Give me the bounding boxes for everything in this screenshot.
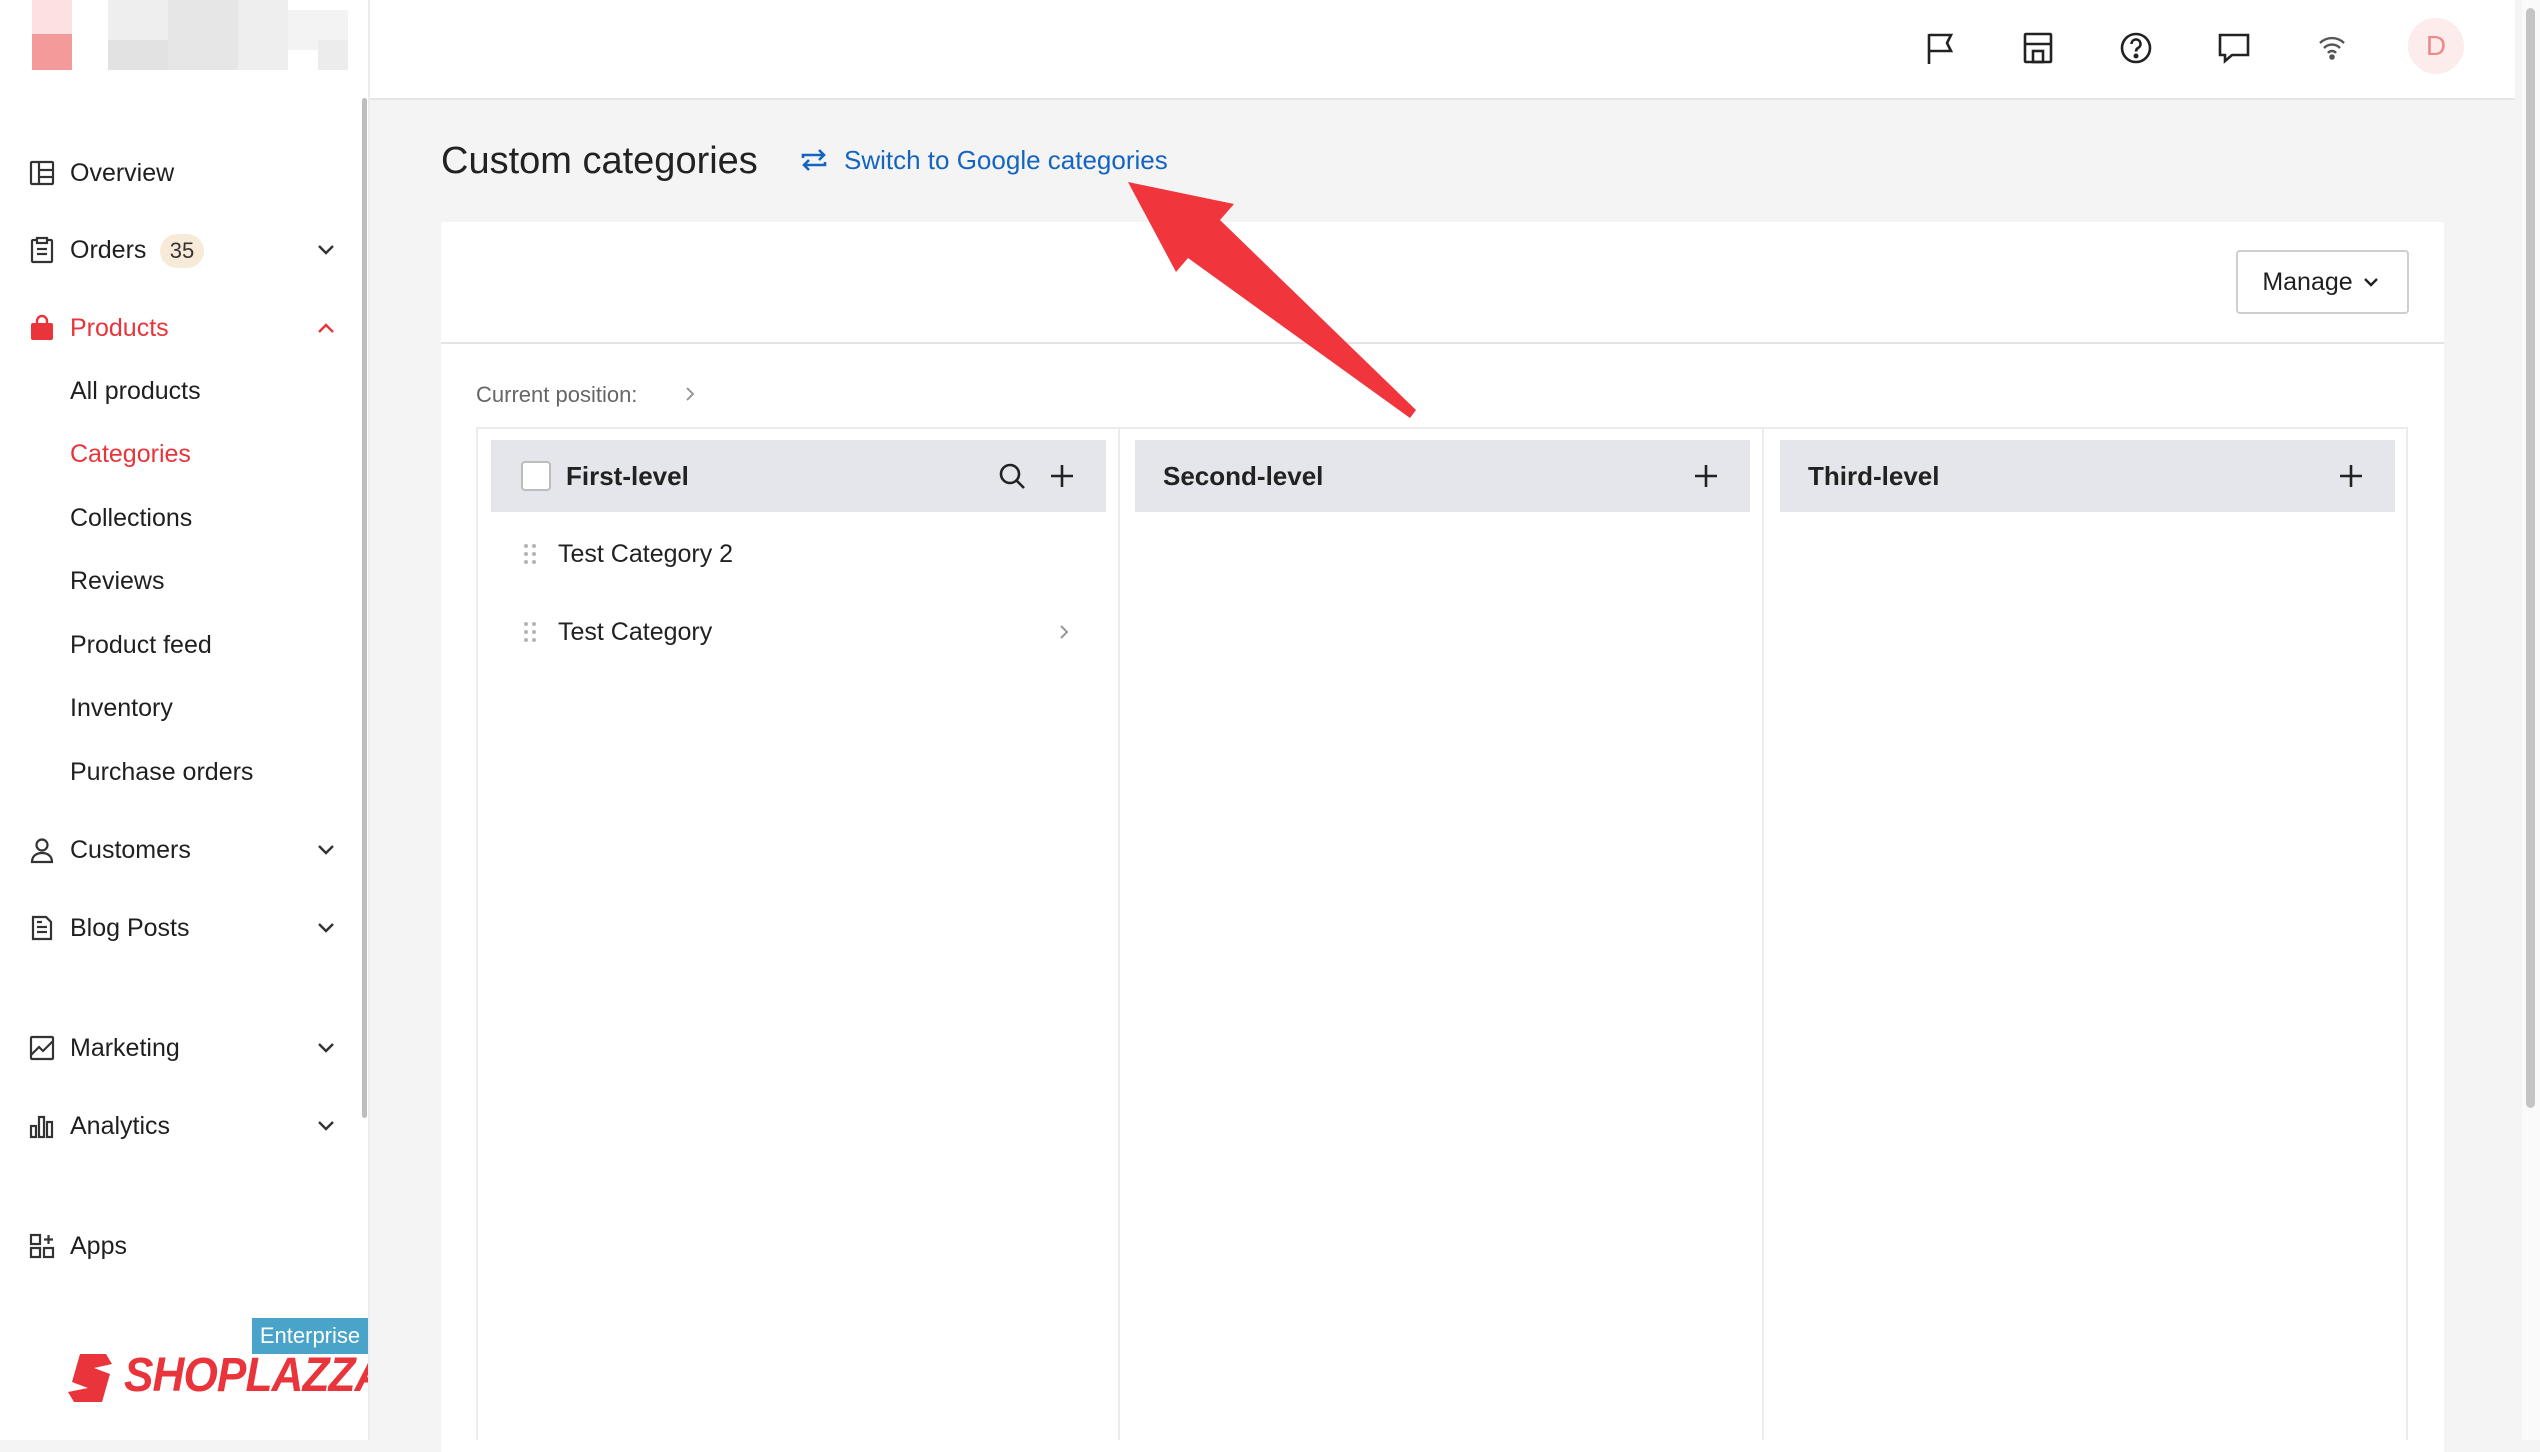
nav-analytics-label: Analytics — [70, 1111, 171, 1140]
nav-overview-label: Overview — [70, 158, 175, 187]
current-position-label: Current position: — [476, 382, 638, 407]
orders-count-badge: 35 — [160, 234, 204, 268]
third-level-header: Third-level — [1780, 440, 2395, 512]
drag-handle-icon[interactable] — [522, 542, 538, 566]
category-name: Test Category — [558, 617, 713, 646]
manage-label: Manage — [2262, 267, 2353, 296]
search-icon[interactable] — [995, 459, 1029, 493]
nav-customers-label: Customers — [70, 835, 191, 864]
nav-orders[interactable]: Orders 35 — [0, 218, 368, 282]
orders-icon — [26, 234, 58, 266]
nav-products-label: Products — [70, 313, 169, 342]
analytics-icon — [26, 1110, 58, 1142]
flag-icon[interactable] — [1918, 26, 1962, 70]
subnav-collections[interactable]: Collections — [70, 498, 192, 538]
switch-to-google-categories-link[interactable]: Switch to Google categories — [798, 144, 1168, 176]
nav-products[interactable]: Products — [0, 296, 368, 360]
nav-marketing[interactable]: Marketing — [0, 1016, 368, 1080]
breadcrumb-chevron-icon — [680, 384, 700, 404]
chevron-right-icon[interactable] — [1054, 620, 1074, 644]
category-name: Test Category 2 — [558, 539, 734, 568]
nav-blog-posts[interactable]: Blog Posts — [0, 896, 368, 960]
chevron-down-icon — [2363, 278, 2378, 287]
shoplazza-logo-icon — [66, 1352, 116, 1404]
column-separator — [1118, 427, 1120, 1440]
first-level-title: First-level — [566, 460, 689, 491]
nav-apps-label: Apps — [70, 1231, 127, 1260]
subnav-reviews[interactable]: Reviews — [70, 561, 164, 601]
list-item[interactable]: Test Category 2 — [492, 522, 1086, 586]
store-logo-blurred[interactable] — [28, 0, 358, 80]
add-first-level-icon[interactable] — [1045, 459, 1079, 493]
chevron-down-icon[interactable] — [312, 1112, 340, 1140]
add-third-level-icon[interactable] — [2334, 459, 2368, 493]
nav-customers[interactable]: Customers — [0, 818, 368, 882]
nav-apps[interactable]: Apps — [0, 1214, 368, 1278]
store-icon[interactable] — [2016, 26, 2060, 70]
sidebar: Overview Orders 35 Products All products… — [0, 0, 370, 1440]
customers-icon — [26, 834, 58, 866]
switch-icon — [798, 144, 830, 176]
apps-icon — [26, 1230, 58, 1262]
list-item[interactable]: Test Category — [492, 600, 1086, 664]
second-level-title: Second-level — [1163, 460, 1324, 491]
chat-icon[interactable] — [2212, 26, 2256, 70]
chevron-up-icon[interactable] — [312, 314, 340, 342]
nav-overview[interactable]: Overview — [0, 141, 368, 205]
blog-posts-icon — [26, 912, 58, 944]
switch-link-label: Switch to Google categories — [844, 144, 1168, 175]
select-all-checkbox[interactable] — [521, 461, 551, 491]
chevron-down-icon[interactable] — [312, 236, 340, 264]
subnav-purchase-orders[interactable]: Purchase orders — [70, 752, 253, 792]
nav-analytics[interactable]: Analytics — [0, 1094, 368, 1158]
chevron-down-icon[interactable] — [312, 1034, 340, 1062]
manage-dropdown-button[interactable]: Manage — [2236, 250, 2409, 314]
nav-blog-posts-label: Blog Posts — [70, 913, 190, 942]
page-scrollbar-thumb[interactable] — [2526, 8, 2535, 1108]
user-avatar[interactable]: D — [2408, 18, 2464, 74]
second-level-header: Second-level — [1135, 440, 1750, 512]
subnav-categories[interactable]: Categories — [70, 434, 191, 474]
subnav-all-products[interactable]: All products — [70, 371, 201, 411]
subnav-inventory[interactable]: Inventory — [70, 688, 173, 728]
drag-handle-icon[interactable] — [522, 620, 538, 644]
first-level-header: First-level — [491, 440, 1106, 512]
page-scrollbar-track[interactable] — [2522, 0, 2540, 1440]
add-second-level-icon[interactable] — [1689, 459, 1723, 493]
overview-icon — [26, 157, 58, 189]
nav-orders-label: Orders — [70, 235, 147, 264]
top-bar — [370, 0, 2515, 100]
marketing-icon — [26, 1032, 58, 1064]
wifi-icon[interactable] — [2310, 26, 2354, 70]
nav-marketing-label: Marketing — [70, 1033, 180, 1062]
page-title: Custom categories — [441, 140, 758, 182]
card-divider — [441, 342, 2444, 344]
brand-name: SHOPLAZZA — [124, 1349, 370, 1402]
chevron-down-icon[interactable] — [312, 836, 340, 864]
column-separator — [1762, 427, 1764, 1440]
help-icon[interactable] — [2114, 26, 2158, 70]
sidebar-scrollbar[interactable] — [362, 98, 367, 1118]
subnav-product-feed[interactable]: Product feed — [70, 625, 212, 665]
products-bag-icon — [26, 312, 58, 344]
chevron-down-icon[interactable] — [312, 914, 340, 942]
third-level-title: Third-level — [1808, 460, 1940, 491]
